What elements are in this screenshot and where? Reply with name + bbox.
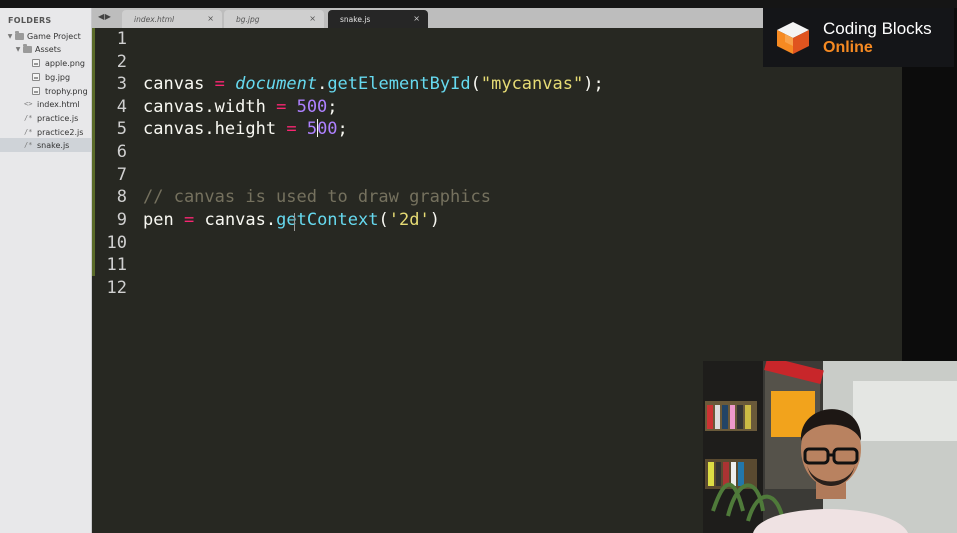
line-number: 11 — [106, 255, 127, 275]
code-token: ) — [429, 210, 440, 230]
sidebar-header: FOLDERS — [8, 16, 52, 25]
code-line-5[interactable]: canvas.height = 500; — [143, 119, 348, 139]
tab-label: snake.js — [340, 14, 371, 24]
sidebar-item-label: bg.jpg — [45, 72, 71, 82]
code-token: . — [317, 74, 328, 94]
code-line-3[interactable]: canvas = document.getElementById("mycanv… — [143, 74, 604, 94]
code-token: ( — [378, 210, 389, 230]
code-token: = — [286, 119, 297, 139]
line-number: 5 — [116, 119, 127, 139]
code-token: = — [214, 74, 225, 94]
sidebar-item-apple-png[interactable]: apple.png — [0, 56, 91, 70]
code-token: 5 — [306, 119, 318, 139]
sidebar-item-game-project[interactable]: ▼ Game Project — [0, 29, 91, 43]
tab-index-html[interactable]: index.html × — [122, 10, 222, 28]
code-token: canvas.height — [143, 119, 277, 139]
tab-bg-jpg[interactable]: bg.jpg × — [224, 10, 324, 28]
tab-label: index.html — [134, 14, 175, 24]
coding-blocks-logo: Coding Blocks Online — [763, 8, 954, 67]
presenter-video-frame — [703, 361, 957, 533]
code-token: getElementById — [327, 74, 471, 94]
line-number: 6 — [116, 142, 127, 162]
line-number: 9 — [116, 210, 127, 230]
sidebar-item-label: index.html — [37, 99, 80, 109]
sidebar-item-trophy-png[interactable]: trophy.png — [0, 84, 91, 98]
sidebar-item-label: apple.png — [45, 58, 85, 68]
line-number: 7 — [116, 165, 127, 185]
code-token: ; — [337, 119, 348, 139]
code-token: document — [235, 74, 318, 94]
sidebar-item-snake-js[interactable]: /* snake.js — [0, 138, 91, 152]
line-number: 1 — [116, 29, 127, 49]
code-token: canvas — [143, 74, 205, 94]
sidebar-item-index-html[interactable]: <> index.html — [0, 97, 91, 111]
code-token: = — [276, 97, 287, 117]
line-number-gutter: 1 2 3 4 5 6 7 8 9 10 11 12 — [92, 28, 134, 533]
line-number: 2 — [116, 52, 127, 72]
tab-navigation-arrows-icon[interactable]: ◀ ▶ — [98, 12, 111, 21]
code-line-4[interactable]: canvas.width = 500; — [143, 97, 338, 117]
sidebar-item-bg-jpg[interactable]: bg.jpg — [0, 70, 91, 84]
folder-icon — [23, 43, 32, 53]
sidebar-item-label: practice.js — [37, 113, 79, 123]
code-token: ( — [470, 74, 481, 94]
sidebar-item-label: snake.js — [37, 140, 70, 150]
sidebar-item-practice2-js[interactable]: /* practice2.js — [0, 125, 91, 139]
line-number: 4 — [116, 97, 127, 117]
code-line-9[interactable]: pen = canvas.getContext('2d') — [143, 210, 440, 230]
code-token: '2d' — [388, 210, 430, 230]
sidebar-item-label: trophy.png — [45, 86, 88, 96]
folder-icon — [15, 30, 24, 40]
line-number: 3 — [116, 74, 127, 94]
sidebar-item-assets[interactable]: ▼ Assets — [0, 42, 91, 56]
disclosure-triangle-icon[interactable]: ▼ — [14, 46, 22, 53]
code-token: 00 — [317, 119, 338, 139]
js-file-icon: /* — [24, 114, 33, 122]
cube-logo-icon — [777, 22, 809, 54]
sidebar-item-practice-js[interactable]: /* practice.js — [0, 111, 91, 125]
image-file-icon — [32, 59, 40, 67]
webcam-video — [703, 361, 957, 533]
sidebar-item-label: Game Project — [27, 31, 81, 41]
logo-text-line1: Coding Blocks — [823, 19, 932, 38]
code-token: canvas.width — [143, 97, 266, 117]
code-token: ); — [583, 74, 604, 94]
close-icon[interactable]: × — [309, 14, 316, 23]
line-number: 8 — [116, 187, 127, 207]
js-file-icon: /* — [24, 128, 33, 136]
line-number: 10 — [106, 233, 127, 253]
image-file-icon — [32, 73, 40, 81]
close-icon[interactable]: × — [413, 14, 420, 23]
image-file-icon — [32, 87, 40, 95]
mouse-ibeam-cursor — [294, 213, 295, 231]
line-number: 12 — [106, 278, 127, 298]
top-strip — [0, 0, 957, 8]
close-icon[interactable]: × — [207, 14, 214, 23]
code-token: canvas. — [204, 210, 277, 230]
code-line-8[interactable]: // canvas is used to draw graphics — [143, 187, 491, 207]
sidebar-item-label: Assets — [35, 44, 62, 54]
js-file-icon: /* — [24, 141, 33, 149]
sidebar-item-label: practice2.js — [37, 127, 84, 137]
sidebar: FOLDERS ▼ Game Project ▼ Assets apple.pn… — [0, 8, 92, 533]
code-token: "mycanvas" — [480, 74, 584, 94]
tab-snake-js[interactable]: snake.js × — [328, 10, 428, 28]
code-token: pen — [143, 210, 174, 230]
disclosure-triangle-icon[interactable]: ▼ — [6, 33, 14, 40]
logo-text-line2: Online — [823, 39, 873, 56]
code-token: = — [183, 210, 195, 230]
code-token: getContext — [276, 210, 379, 230]
html-file-icon: <> — [24, 100, 33, 108]
tab-label: bg.jpg — [236, 14, 260, 24]
code-token: ; — [327, 97, 338, 117]
code-token: 500 — [296, 97, 328, 117]
